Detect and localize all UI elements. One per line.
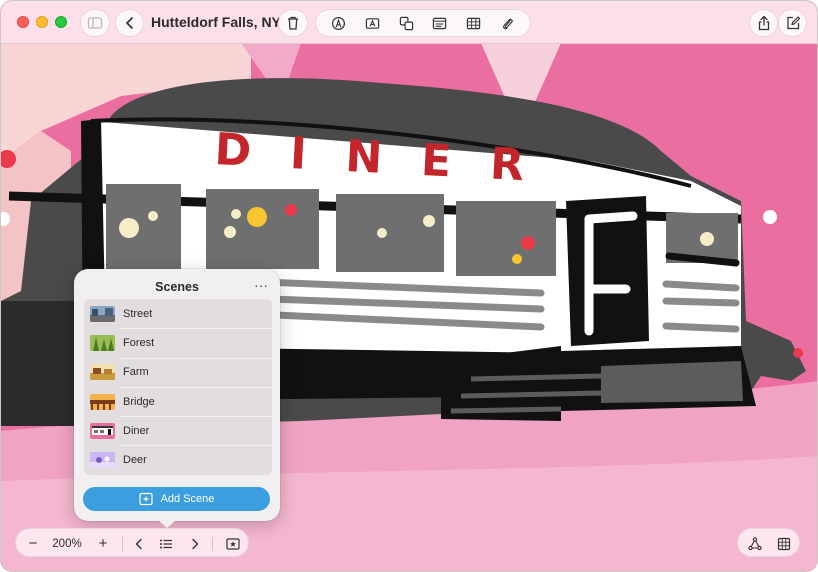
sticky-note-button[interactable] bbox=[429, 12, 451, 34]
paperclip-icon bbox=[502, 18, 513, 29]
add-scene-button[interactable]: Add Scene bbox=[83, 487, 270, 511]
close-window-button[interactable] bbox=[17, 16, 29, 28]
text-box-button[interactable] bbox=[361, 12, 383, 34]
more-options-button[interactable]: ··· bbox=[254, 277, 268, 293]
zoom-out-button[interactable]: − bbox=[20, 529, 46, 558]
text-box-icon bbox=[365, 17, 380, 29]
add-scene-shortcut-button[interactable] bbox=[220, 529, 246, 558]
chevron-left-icon bbox=[135, 538, 142, 549]
zoom-out-label: − bbox=[28, 535, 38, 552]
scene-label: Street bbox=[123, 307, 153, 320]
share-button[interactable] bbox=[749, 9, 778, 37]
grid-button[interactable] bbox=[769, 529, 799, 558]
connector-icon bbox=[748, 536, 762, 550]
deer-thumbnail bbox=[90, 452, 115, 469]
sidebar-icon bbox=[87, 17, 103, 29]
scenes-popover: Scenes ··· Street Forest Farm Bridge Din… bbox=[74, 269, 280, 521]
back-button[interactable] bbox=[115, 9, 144, 37]
zoom-window-button[interactable] bbox=[55, 16, 67, 28]
street-thumbnail bbox=[90, 305, 115, 322]
sidebar-toggle-button[interactable] bbox=[80, 9, 110, 37]
shapes-icon bbox=[399, 16, 413, 30]
previous-scene-button[interactable] bbox=[128, 529, 150, 558]
table-icon bbox=[466, 17, 481, 29]
new-board-button[interactable] bbox=[778, 9, 807, 37]
grid-icon bbox=[777, 537, 791, 550]
canvas-tools-bar bbox=[737, 528, 800, 557]
scene-label: Deer bbox=[123, 454, 147, 467]
window-toolbar: Hutteldorf Falls, NY bbox=[1, 1, 817, 44]
add-scene-label: Add Scene bbox=[160, 493, 215, 505]
minimize-window-button[interactable] bbox=[36, 16, 48, 28]
caption-icon bbox=[433, 17, 447, 29]
scenes-list-button[interactable] bbox=[154, 529, 178, 558]
zoom-level[interactable]: 200% bbox=[48, 529, 86, 558]
divider bbox=[122, 537, 123, 551]
scene-label: Bridge bbox=[123, 395, 155, 408]
bridge-thumbnail bbox=[90, 393, 115, 410]
plus-square-icon bbox=[138, 492, 153, 506]
zoom-in-label: + bbox=[98, 535, 108, 552]
star-frame-icon bbox=[226, 537, 240, 550]
trash-icon bbox=[288, 16, 298, 30]
diner-thumbnail bbox=[90, 422, 115, 439]
scene-item-deer[interactable]: Deer bbox=[84, 445, 272, 474]
pen-tool-button[interactable] bbox=[328, 12, 350, 34]
connector-button[interactable] bbox=[740, 529, 770, 558]
scene-list: Street Forest Farm Bridge Diner Deer bbox=[84, 299, 272, 475]
scenes-title: Scenes bbox=[155, 280, 199, 294]
scene-label: Forest bbox=[123, 336, 155, 349]
scene-label: Diner bbox=[123, 424, 150, 437]
farm-thumbnail bbox=[90, 364, 115, 381]
share-icon bbox=[758, 15, 769, 31]
scene-item-diner[interactable]: Diner bbox=[84, 416, 272, 445]
insert-tools-group bbox=[315, 9, 531, 37]
scene-label: Farm bbox=[123, 366, 149, 379]
board-title: Hutteldorf Falls, NY bbox=[151, 14, 281, 30]
attach-button[interactable] bbox=[496, 12, 518, 34]
scene-item-bridge[interactable]: Bridge bbox=[84, 386, 272, 416]
app-window: DINER Hutteldorf Falls, NY Scenes ··· St… bbox=[0, 0, 818, 572]
pen-tip-icon bbox=[332, 16, 346, 30]
popover-arrow bbox=[157, 519, 177, 528]
forest-thumbnail bbox=[90, 334, 115, 351]
delete-button[interactable] bbox=[278, 9, 308, 37]
zoom-in-button[interactable]: + bbox=[90, 529, 116, 558]
zoom-level-text: 200% bbox=[52, 537, 82, 550]
shapes-button[interactable] bbox=[395, 12, 417, 34]
chevron-left-icon bbox=[125, 17, 133, 29]
divider bbox=[212, 537, 213, 551]
scene-item-street[interactable]: Street bbox=[84, 299, 272, 328]
chevron-right-icon bbox=[192, 538, 199, 549]
scene-item-farm[interactable]: Farm bbox=[84, 357, 272, 387]
table-button[interactable] bbox=[462, 12, 484, 34]
zoom-navigation-bar: − 200% + bbox=[15, 528, 249, 557]
scene-item-forest[interactable]: Forest bbox=[84, 328, 272, 357]
next-scene-button[interactable] bbox=[184, 529, 206, 558]
compose-icon bbox=[786, 16, 800, 30]
list-icon bbox=[160, 539, 172, 548]
